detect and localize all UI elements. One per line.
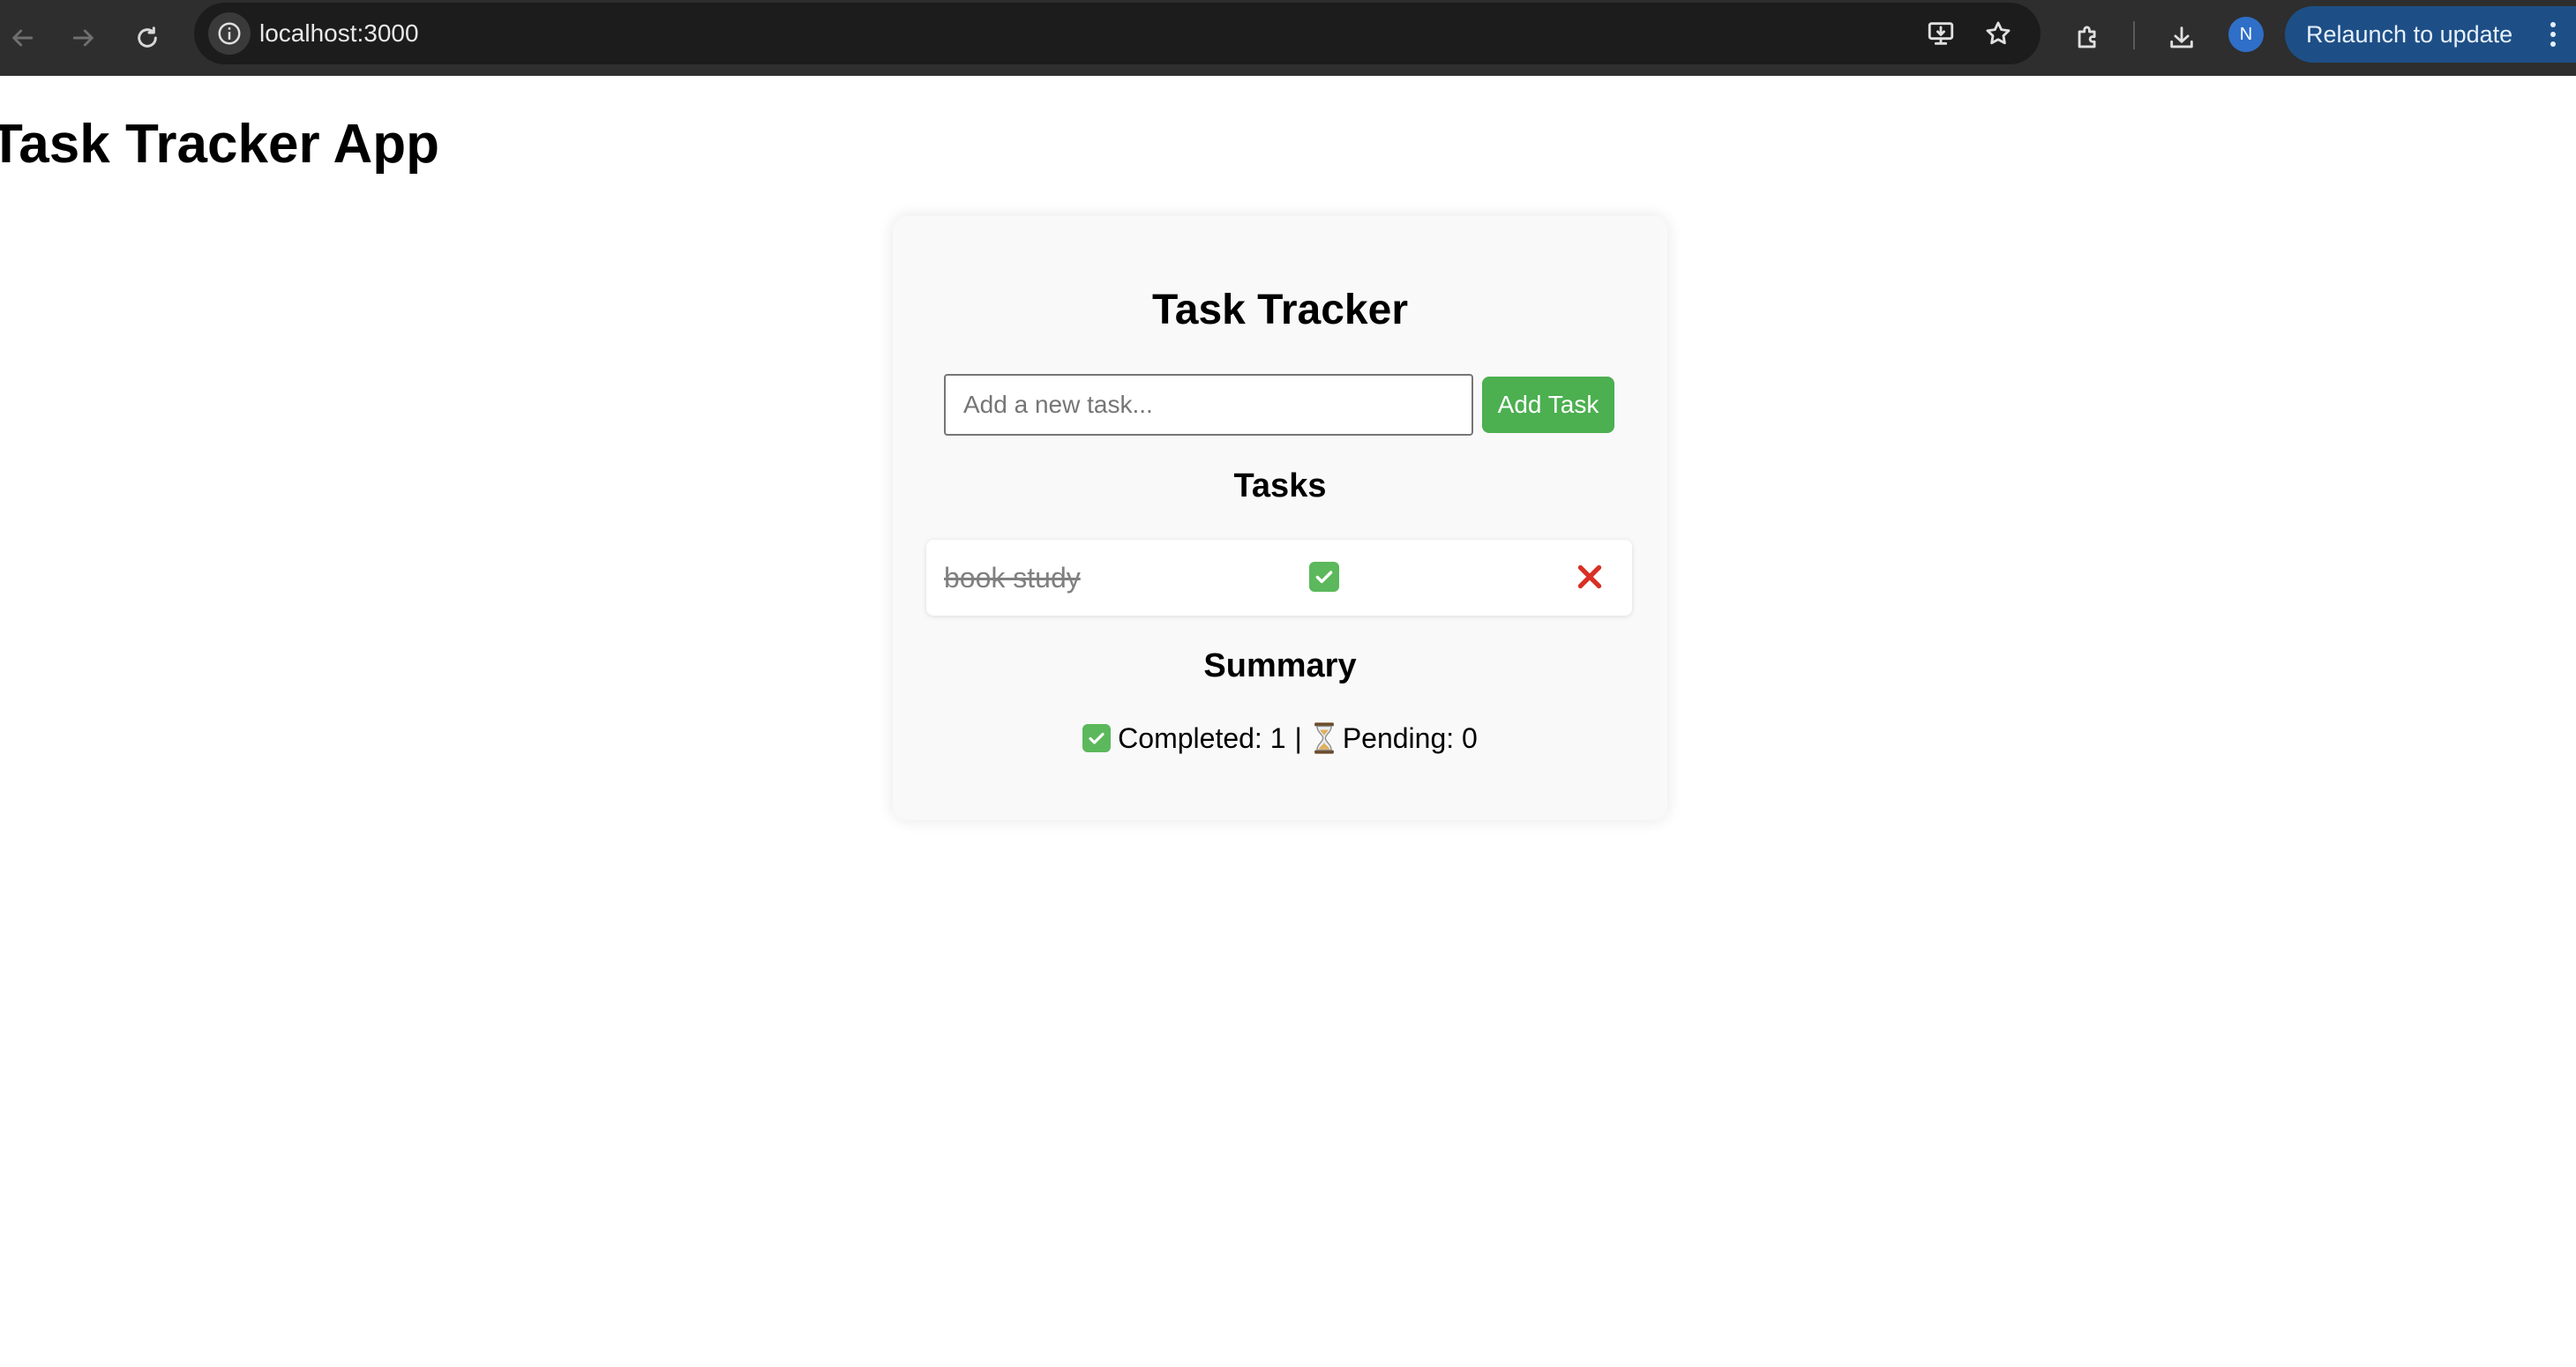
hourglass-icon — [1311, 721, 1337, 755]
relaunch-to-update-button[interactable]: Relaunch to update — [2285, 6, 2576, 63]
tracker-heading: Task Tracker — [1152, 287, 1408, 333]
browser-toolbar: localhost:3000 N Relaunch to update — [0, 0, 2576, 76]
reload-icon[interactable] — [125, 16, 169, 60]
bookmark-star-icon[interactable] — [1981, 16, 2016, 51]
check-mark-icon — [1082, 724, 1112, 752]
more-menu-icon[interactable] — [2548, 19, 2558, 50]
task-text[interactable]: book study — [944, 540, 1081, 616]
tasks-heading: Tasks — [1233, 467, 1327, 504]
forward-icon[interactable] — [62, 16, 106, 60]
relaunch-label: Relaunch to update — [2306, 20, 2513, 48]
profile-avatar[interactable]: N — [2228, 17, 2264, 52]
install-app-icon[interactable] — [1923, 16, 1958, 51]
summary-heading: Summary — [1203, 647, 1357, 684]
address-bar[interactable]: localhost:3000 — [194, 3, 2041, 64]
pending-count: Pending: 0 — [1342, 721, 1478, 754]
page-title: Task Tracker App — [0, 114, 440, 175]
cross-mark-icon[interactable] — [1572, 559, 1607, 594]
check-mark-icon[interactable] — [1309, 562, 1339, 592]
completed-count: Completed: 1 — [1118, 721, 1286, 754]
downloads-icon[interactable] — [2160, 16, 2204, 60]
site-info-icon[interactable] — [208, 12, 251, 55]
back-icon[interactable] — [0, 16, 44, 60]
add-task-button[interactable]: Add Task — [1482, 377, 1614, 433]
summary-separator: | — [1294, 721, 1302, 754]
new-task-input[interactable] — [944, 374, 1473, 436]
task-list-item: book study — [926, 540, 1632, 616]
extensions-icon[interactable] — [2066, 16, 2110, 60]
toolbar-divider — [2133, 21, 2135, 49]
summary-line: Completed: 1 | Pending: 0 — [893, 716, 1667, 760]
url-text[interactable]: localhost:3000 — [259, 3, 419, 64]
